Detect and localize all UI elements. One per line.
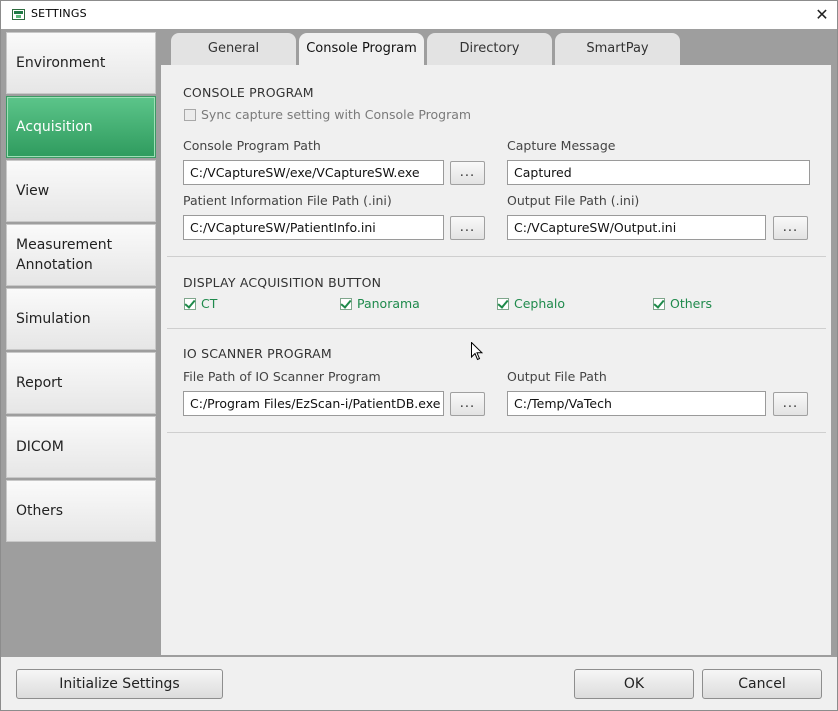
settings-footer: Initialize Settings OK Cancel (1, 657, 837, 710)
cancel-button[interactable]: Cancel (702, 669, 822, 699)
sidebar-item-label: DICOM (16, 439, 64, 455)
sidebar-item-label: Measurement Annotation (16, 237, 113, 273)
sync-capture-checkbox[interactable] (184, 109, 196, 121)
output-file-path-browse-button[interactable]: ... (773, 216, 808, 240)
sidebar-item-label: Simulation (16, 311, 91, 327)
sync-capture-label: Sync capture setting with Console Progra… (201, 107, 472, 122)
sidebar-item-label: Acquisition (16, 119, 93, 135)
io-scanner-path-browse-button[interactable]: ... (450, 392, 485, 416)
sidebar-item-environment[interactable]: Environment (6, 32, 156, 94)
sidebar-item-dicom[interactable]: DICOM (6, 416, 156, 478)
ct-checkbox-label: CT (201, 296, 218, 311)
tab-directory[interactable]: Directory (427, 33, 552, 65)
patient-info-path-label: Patient Information File Path (.ini) (183, 193, 392, 208)
io-scanner-path-input[interactable]: C:/Program Files/EzScan-i/PatientDB.exe (183, 391, 444, 416)
capture-message-label: Capture Message (507, 138, 616, 153)
section-divider (167, 432, 826, 433)
ct-checkbox[interactable] (184, 298, 196, 310)
console-program-path-browse-button[interactable]: ... (450, 161, 485, 185)
app-icon (12, 9, 25, 20)
output-file-path-label: Output File Path (.ini) (507, 193, 640, 208)
window-title: SETTINGS (31, 7, 87, 20)
console-program-path-label: Console Program Path (183, 138, 321, 153)
sidebar-item-others[interactable]: Others (6, 480, 156, 542)
panorama-checkbox[interactable] (340, 298, 352, 310)
output-file-path-input[interactable]: C:/VCaptureSW/Output.ini (507, 215, 766, 240)
patient-info-path-browse-button[interactable]: ... (450, 216, 485, 240)
close-button[interactable]: ✕ (807, 3, 837, 27)
sidebar-item-label: View (16, 183, 50, 199)
section-divider (167, 256, 826, 257)
ok-button[interactable]: OK (574, 669, 694, 699)
console-program-path-input[interactable]: C:/VCaptureSW/exe/VCaptureSW.exe (183, 160, 444, 185)
sidebar-item-simulation[interactable]: Simulation (6, 288, 156, 350)
settings-window: SETTINGS ✕ Environment Acquisition View … (0, 0, 838, 711)
tab-console-program[interactable]: Console Program (299, 33, 424, 66)
tab-smartpay[interactable]: SmartPay (555, 33, 680, 65)
panorama-checkbox-label: Panorama (357, 296, 420, 311)
io-scanner-path-label: File Path of IO Scanner Program (183, 369, 381, 384)
io-scanner-section-title: IO SCANNER PROGRAM (183, 346, 332, 361)
console-program-section-title: CONSOLE PROGRAM (183, 85, 314, 100)
sidebar-item-label: Report (16, 375, 63, 391)
others-checkbox[interactable] (653, 298, 665, 310)
sidebar-item-measurement-annotation[interactable]: Measurement Annotation (6, 224, 156, 286)
sidebar-item-view[interactable]: View (6, 160, 156, 222)
sidebar-item-report[interactable]: Report (6, 352, 156, 414)
sidebar-item-label: Environment (16, 55, 106, 71)
title-bar: SETTINGS ✕ (1, 1, 837, 29)
display-acquisition-section-title: DISPLAY ACQUISITION BUTTON (183, 275, 382, 290)
console-program-panel: CONSOLE PROGRAM Sync capture setting wit… (161, 65, 831, 655)
sidebar-item-acquisition[interactable]: Acquisition (6, 96, 156, 158)
others-checkbox-label: Others (670, 296, 713, 311)
io-output-path-input[interactable]: C:/Temp/VaTech (507, 391, 766, 416)
sidebar-item-label: Others (16, 503, 64, 519)
io-output-path-browse-button[interactable]: ... (773, 392, 808, 416)
tab-general[interactable]: General (171, 33, 296, 65)
cephalo-checkbox-label: Cephalo (514, 296, 566, 311)
patient-info-path-input[interactable]: C:/VCaptureSW/PatientInfo.ini (183, 215, 444, 240)
capture-message-input[interactable]: Captured (507, 160, 810, 185)
initialize-settings-button[interactable]: Initialize Settings (16, 669, 223, 699)
io-output-path-label: Output File Path (507, 369, 607, 384)
section-divider (167, 328, 826, 329)
settings-body: Environment Acquisition View Measurement… (1, 29, 837, 657)
cephalo-checkbox[interactable] (497, 298, 509, 310)
mouse-cursor-icon (471, 342, 483, 361)
